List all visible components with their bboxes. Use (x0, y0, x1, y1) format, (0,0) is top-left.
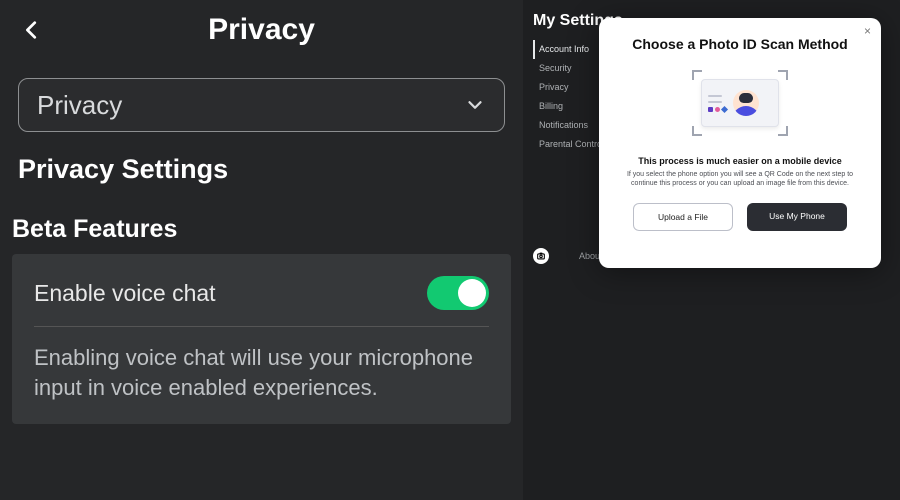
privacy-section-dropdown[interactable]: Privacy (18, 78, 505, 132)
close-icon: × (864, 24, 871, 38)
frame-corner-icon (692, 70, 702, 80)
photo-id-modal: × Choose a Photo ID Scan Method (599, 18, 881, 268)
button-label: Upload a File (658, 212, 708, 222)
subsection-beta-features: Beta Features (12, 215, 523, 244)
app-root: Privacy Privacy Privacy Settings Beta Fe… (0, 0, 900, 500)
id-text-line-icon (708, 101, 722, 103)
square-icon (708, 107, 713, 112)
frame-corner-icon (778, 70, 788, 80)
upload-file-button[interactable]: Upload a File (633, 203, 733, 231)
id-scan-illustration (692, 70, 788, 136)
dropdown-selected-label: Privacy (37, 90, 122, 121)
sidebar-item-label: Billing (539, 101, 563, 111)
id-card-graphic (701, 79, 779, 127)
modal-title: Choose a Photo ID Scan Method (632, 36, 847, 52)
id-card-left (708, 95, 727, 112)
modal-subtitle: This process is much easier on a mobile … (638, 156, 842, 166)
modal-description: If you select the phone option you will … (615, 170, 865, 189)
voice-chat-label: Enable voice chat (34, 280, 216, 307)
privacy-header: Privacy (0, 0, 523, 60)
toggle-knob (458, 279, 486, 307)
avatar-icon (733, 90, 759, 116)
use-my-phone-button[interactable]: Use My Phone (747, 203, 847, 231)
id-text-line-icon (708, 95, 722, 97)
circle-icon (715, 107, 720, 112)
camera-shortcut-icon[interactable] (533, 248, 549, 264)
id-shapes (708, 107, 727, 112)
voice-chat-description: Enabling voice chat will use your microp… (34, 343, 489, 402)
sidebar-item-label: Notifications (539, 120, 588, 130)
chevron-left-icon (21, 19, 43, 41)
voice-chat-card: Enable voice chat Enabling voice chat wi… (12, 254, 511, 424)
frame-corner-icon (778, 126, 788, 136)
back-button[interactable] (14, 12, 50, 48)
button-label: Use My Phone (769, 211, 825, 221)
voice-chat-toggle[interactable] (427, 276, 489, 310)
page-title: Privacy (208, 13, 315, 47)
diamond-icon (721, 105, 728, 112)
sidebar-item-label: Security (539, 63, 572, 73)
sidebar-item-label: Privacy (539, 82, 569, 92)
section-title-privacy-settings: Privacy Settings (18, 154, 523, 185)
sidebar-item-label: Account Info (539, 44, 589, 54)
voice-chat-row: Enable voice chat (34, 270, 489, 327)
privacy-panel: Privacy Privacy Privacy Settings Beta Fe… (0, 0, 523, 500)
frame-corner-icon (692, 126, 702, 136)
modal-close-button[interactable]: × (864, 24, 871, 38)
modal-button-row: Upload a File Use My Phone (615, 203, 865, 231)
settings-panel: My Settings Account Info Security Privac… (523, 0, 900, 500)
chevron-down-icon (464, 94, 486, 116)
